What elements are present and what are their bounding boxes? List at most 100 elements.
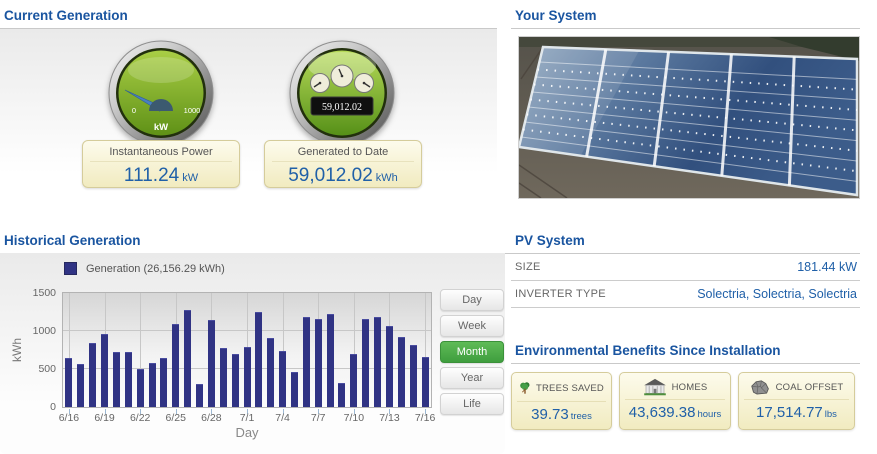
generation-bar-6/30 <box>231 353 239 407</box>
x-axis-label: 6/25 <box>165 412 186 424</box>
y-axis-label: 0 <box>50 401 56 413</box>
trees-saved-unit: trees <box>570 411 592 422</box>
gauge-min-label: 0 <box>132 106 136 115</box>
generation-bar-6/23 <box>148 362 156 407</box>
instantaneous-power-card: Instantaneous Power 111.24 kW <box>82 140 240 188</box>
x-axis-label: 6/16 <box>58 412 80 424</box>
generation-bar-chart <box>62 292 432 408</box>
x-axis-label: 7/1 <box>239 412 255 424</box>
x-axis-label: 7/16 <box>414 412 436 424</box>
generation-bar-6/17 <box>77 364 85 407</box>
chart-legend: Generation (26,156.29 kWh) <box>64 262 225 275</box>
generation-bar-7/6 <box>302 317 310 407</box>
current-generation-title: Current Generation <box>0 0 497 29</box>
y-axis-label: 500 <box>38 363 56 375</box>
coal-icon <box>750 380 769 395</box>
tree-icon <box>520 382 530 394</box>
instantaneous-power-value: 111.24 kW <box>123 165 199 186</box>
coal-offset-unit: lbs <box>824 409 837 420</box>
x-axis-label: 7/13 <box>379 412 400 424</box>
house-icon <box>643 378 666 396</box>
generation-bar-7/4 <box>279 350 287 407</box>
x-axis-title: Day <box>235 425 259 440</box>
trees-saved-card: TREES SAVED 39.73 trees <box>511 372 612 430</box>
chart-range-button-month[interactable]: Month <box>440 341 504 363</box>
section-current-generation: Current Generation 0 1000 kW 59,012.02 I… <box>0 0 497 225</box>
y-axis-label: 1000 <box>32 325 56 337</box>
generation-bar-6/24 <box>160 357 168 407</box>
generation-bar-7/2 <box>255 311 263 407</box>
pv-system-title: PV System <box>511 225 860 254</box>
instantaneous-power-label: Instantaneous Power <box>90 141 232 162</box>
generation-bar-6/18 <box>89 343 97 407</box>
solar-panel-illustration <box>517 37 859 199</box>
pv-row-inverter-type: INVERTER TYPE Solectria, Solectria, Sole… <box>511 281 860 308</box>
trees-saved-value-row: 39.73 trees <box>512 402 611 424</box>
section-historical-generation: Historical Generation Generation (26,156… <box>0 225 511 454</box>
generation-bar-7/10 <box>350 353 358 407</box>
trees-saved-label: TREES SAVED <box>535 382 604 394</box>
gauge-max-label: 1000 <box>184 106 201 115</box>
generation-bar-6/20 <box>112 351 120 407</box>
generation-bar-6/16 <box>65 358 73 407</box>
generation-bar-7/13 <box>385 325 393 407</box>
section-your-system: Your System <box>511 0 860 199</box>
generation-bar-7/16 <box>421 357 429 407</box>
generation-bar-6/22 <box>136 369 144 407</box>
homes-value: 43,639.38 <box>628 404 696 421</box>
chart-range-button-year[interactable]: Year <box>440 367 504 389</box>
generated-to-date-unit: kWh <box>375 172 398 184</box>
x-axis-label: 6/22 <box>129 412 151 424</box>
chart-range-button-day[interactable]: Day <box>440 289 504 311</box>
pv-inverter-value: Solectria, Solectria, Solectria <box>697 287 857 301</box>
coal-offset-card: COAL OFFSET 17,514.77 lbs <box>738 372 855 430</box>
y-axis-label: 1500 <box>32 287 56 299</box>
generation-bar-7/15 <box>409 345 417 407</box>
pv-size-value: 181.44 kW <box>797 260 857 274</box>
current-generation-body <box>0 29 497 199</box>
solar-panel-photo <box>517 36 860 199</box>
generation-bar-7/14 <box>397 336 405 407</box>
x-axis-label: 6/28 <box>201 412 222 424</box>
generation-bar-7/3 <box>267 338 275 407</box>
pv-size-label: SIZE <box>515 261 541 273</box>
your-system-title: Your System <box>511 0 860 29</box>
pv-row-size: SIZE 181.44 kW <box>511 254 860 281</box>
homes-card: HOMES 43,639.38 hours <box>619 372 731 430</box>
section-pv-system: PV System SIZE 181.44 kW INVERTER TYPE S… <box>511 225 860 308</box>
homes-label: HOMES <box>671 381 708 393</box>
legend-swatch <box>64 262 77 275</box>
instantaneous-power-gauge-icon: 0 1000 kW <box>108 40 214 146</box>
chart-range-button-week[interactable]: Week <box>440 315 504 337</box>
coal-offset-label: COAL OFFSET <box>775 381 844 393</box>
coal-offset-value: 17,514.77 <box>756 404 823 421</box>
x-axis-label: 6/19 <box>94 412 115 424</box>
y-axis-title: kWh <box>10 338 24 362</box>
generation-bar-6/29 <box>219 347 227 407</box>
section-environmental-benefits: Environmental Benefits Since Installatio… <box>511 335 860 430</box>
generation-bar-7/1 <box>243 346 251 407</box>
historical-generation-title: Historical Generation <box>0 225 511 254</box>
environmental-benefits-title: Environmental Benefits Since Installatio… <box>511 335 860 364</box>
legend-label: Generation (26,156.29 kWh) <box>86 262 225 275</box>
generated-to-date-label: Generated to Date <box>272 141 414 162</box>
generation-bar-7/9 <box>338 382 346 407</box>
generation-bar-6/21 <box>124 351 132 407</box>
generation-bar-6/27 <box>196 384 204 407</box>
generation-bar-6/19 <box>101 334 109 407</box>
coal-offset-value-row: 17,514.77 lbs <box>739 400 854 422</box>
pv-inverter-label: INVERTER TYPE <box>515 288 606 300</box>
generation-bar-7/5 <box>290 371 298 407</box>
x-axis-label: 7/4 <box>275 412 290 424</box>
gauge-unit-label: kW <box>154 122 168 133</box>
homes-unit: hours <box>697 409 722 420</box>
chart-range-button-life[interactable]: Life <box>440 393 504 415</box>
instantaneous-power-unit: kW <box>182 172 199 184</box>
generated-to-date-card: Generated to Date 59,012.02 kWh <box>264 140 422 188</box>
generation-bar-7/11 <box>362 318 370 407</box>
homes-value-row: 43,639.38 hours <box>620 400 730 422</box>
generation-bar-6/28 <box>207 320 215 407</box>
generation-bar-7/12 <box>374 316 382 407</box>
x-axis-label: 7/10 <box>343 412 365 424</box>
trees-saved-value: 39.73 <box>531 406 569 423</box>
